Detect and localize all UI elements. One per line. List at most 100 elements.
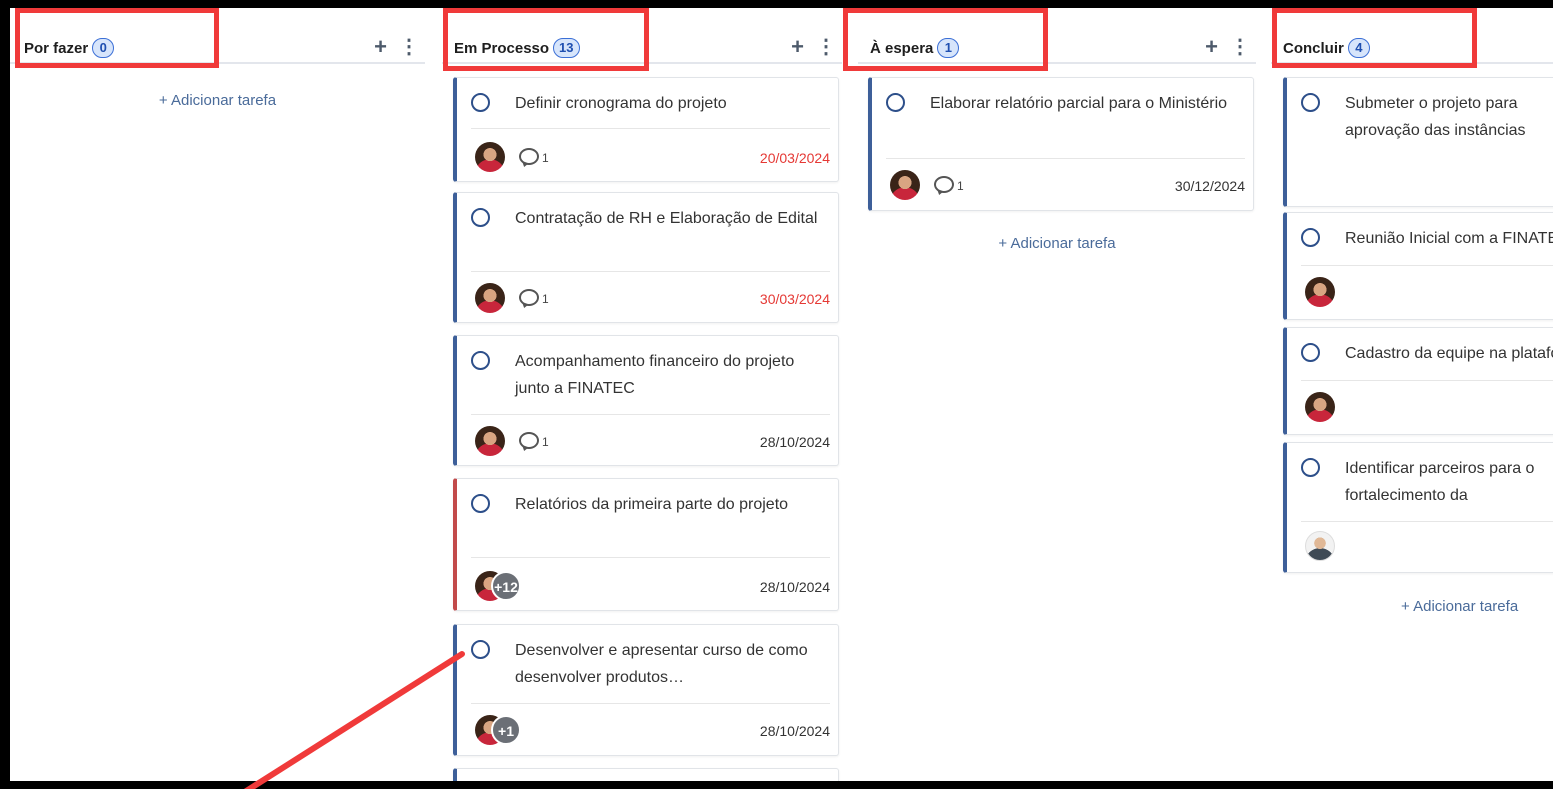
card-divider (471, 271, 830, 272)
column-title-text: Concluir (1283, 39, 1344, 57)
avatar[interactable] (475, 283, 505, 313)
circle-check-icon[interactable] (471, 351, 490, 370)
card-footer: 1 20/03/2024 (471, 140, 830, 176)
comment-icon (519, 147, 539, 165)
add-task-link[interactable]: + Adicionar tarefa (1401, 598, 1553, 615)
task-card-partial[interactable] (453, 768, 839, 781)
column-em-processo: Em Processo 13 + ⋮ Definir cronograma do… (442, 8, 842, 781)
circle-check-icon[interactable] (1301, 343, 1320, 362)
plus-icon[interactable]: + (791, 36, 804, 58)
card-divider (886, 158, 1245, 159)
column-title: À espera 1 (870, 38, 960, 58)
due-date: 28/10/2024 (759, 579, 830, 595)
task-card[interactable]: Submeter o projeto para aprovação das in… (1283, 77, 1553, 207)
due-date: 30/12/2024 (1174, 178, 1245, 194)
column-title: Por fazer 0 (24, 38, 115, 58)
avatar[interactable] (890, 170, 920, 200)
task-title: Contratação de RH e Elaboração de Edital (515, 210, 818, 227)
avatar[interactable] (1305, 531, 1335, 561)
circle-check-icon[interactable] (471, 208, 490, 227)
circle-check-icon[interactable] (1301, 458, 1320, 477)
comment-count: 1 (542, 292, 549, 306)
plus-icon[interactable]: + (1205, 36, 1218, 58)
task-card[interactable]: Identificar parceiros para o fortalecime… (1283, 442, 1553, 573)
card-divider (1301, 265, 1553, 266)
column-por-fazer: Por fazer 0 + ⋮ + Adicionar tarefa (10, 8, 425, 781)
task-title: Acompanhamento financeiro do projeto jun… (515, 353, 795, 397)
circle-check-icon[interactable] (1301, 93, 1320, 112)
task-card[interactable]: Contratação de RH e Elaboração de Edital… (453, 192, 839, 323)
task-card[interactable]: Definir cronograma do projeto 1 20/03/20… (453, 77, 839, 182)
avatar[interactable] (1305, 277, 1335, 307)
column-title-text: Por fazer (24, 39, 89, 57)
card-footer: 1 30/03/2024 (471, 281, 830, 317)
avatar[interactable] (1305, 392, 1335, 422)
card-divider (471, 128, 830, 129)
task-card[interactable]: Elaborar relatório parcial para o Minist… (868, 77, 1254, 211)
comment-icon (519, 431, 539, 449)
more-vertical-icon[interactable]: ⋮ (1230, 36, 1250, 58)
card-footer: +12 28/10/2024 (471, 569, 830, 605)
plus-icon[interactable]: + (374, 36, 387, 58)
task-title: Identificar parceiros para o fortalecime… (1345, 460, 1535, 504)
column-header: Por fazer 0 + ⋮ (10, 34, 425, 64)
avatar[interactable] (475, 426, 505, 456)
card-divider (1301, 380, 1553, 381)
card-divider (1301, 521, 1553, 522)
task-card[interactable]: Relatórios da primeira parte do projeto … (453, 478, 839, 611)
add-task-link[interactable]: + Adicionar tarefa (858, 235, 1256, 252)
circle-check-icon[interactable] (471, 494, 490, 513)
column-a-espera: À espera 1 + ⋮ Elaborar relatório parcia… (858, 8, 1256, 781)
task-title: Desenvolver e apresentar curso de como d… (515, 642, 808, 686)
column-actions: + ⋮ (1205, 36, 1250, 59)
column-header: Em Processo 13 + ⋮ (442, 34, 842, 64)
kanban-board: Por fazer 0 + ⋮ + Adicionar tarefa Em Pr… (10, 8, 1553, 781)
comment-count: 1 (542, 435, 549, 449)
due-date: 28/10/2024 (759, 434, 830, 450)
card-footer (1301, 529, 1553, 565)
comment-icon (519, 288, 539, 306)
column-header: Concluir 4 (1271, 34, 1553, 64)
comments[interactable]: 1 (934, 175, 964, 193)
avatar[interactable] (475, 142, 505, 172)
circle-check-icon[interactable] (471, 93, 490, 112)
card-footer: +1 28/10/2024 (471, 713, 830, 749)
circle-check-icon[interactable] (471, 640, 490, 659)
task-title: Definir cronograma do projeto (515, 95, 727, 112)
task-count-badge: 1 (937, 38, 960, 58)
comment-count: 1 (542, 151, 549, 165)
task-card[interactable]: Reunião Inicial com a FINATEC (1283, 212, 1553, 320)
column-actions: + ⋮ (374, 36, 419, 59)
column-title-text: Em Processo (454, 39, 550, 57)
column-title-text: À espera (870, 39, 934, 57)
circle-check-icon[interactable] (886, 93, 905, 112)
comment-count: 1 (957, 179, 964, 193)
circle-check-icon[interactable] (1301, 228, 1320, 247)
due-date: 20/03/2024 (759, 150, 830, 166)
task-card[interactable]: Acompanhamento financeiro do projeto jun… (453, 335, 839, 466)
task-count-badge: 13 (553, 38, 580, 58)
more-assignees-badge[interactable]: +12 (491, 571, 521, 601)
task-title: Relatórios da primeira parte do projeto (515, 496, 789, 513)
card-divider (471, 703, 830, 704)
due-date: 30/03/2024 (759, 291, 830, 307)
more-assignees-badge[interactable]: +1 (491, 715, 521, 745)
add-task-link[interactable]: + Adicionar tarefa (10, 92, 425, 109)
card-footer (1301, 390, 1553, 426)
more-vertical-icon[interactable]: ⋮ (816, 36, 836, 58)
card-footer (1301, 275, 1553, 311)
task-card[interactable]: Desenvolver e apresentar curso de como d… (453, 624, 839, 756)
card-footer: 1 30/12/2024 (886, 168, 1245, 204)
column-title: Em Processo 13 (454, 38, 580, 58)
comments[interactable]: 1 (519, 431, 549, 449)
task-count-badge: 0 (92, 38, 115, 58)
column-concluir: Concluir 4 Submeter o projeto para aprov… (1271, 8, 1553, 781)
comments[interactable]: 1 (519, 288, 549, 306)
more-vertical-icon[interactable]: ⋮ (399, 36, 419, 58)
comments[interactable]: 1 (519, 147, 549, 165)
task-title: Cadastro da equipe na plataforma (1345, 345, 1553, 362)
comment-icon (934, 175, 954, 193)
task-count-badge: 4 (1347, 38, 1370, 58)
task-card[interactable]: Cadastro da equipe na plataforma (1283, 327, 1553, 435)
card-divider (471, 557, 830, 558)
